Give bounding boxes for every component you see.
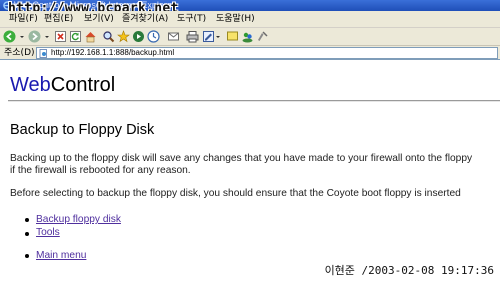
history-icon[interactable]: [147, 30, 160, 43]
horizontal-rule: [8, 100, 500, 102]
refresh-icon[interactable]: [69, 30, 82, 43]
menu-favorites[interactable]: 즐겨찾기(A): [122, 14, 168, 25]
page-content: WebControl Backup to Floppy Disk Backing…: [0, 61, 500, 283]
back-icon[interactable]: [3, 30, 16, 43]
address-url: http://192.168.1.1:888/backup.html: [51, 48, 175, 57]
discuss-icon[interactable]: [226, 30, 239, 43]
menu-bar: 파일(F) 편집(E) 보기(V) 즐겨찾기(A) 도구(T) 도움말(H): [0, 11, 500, 28]
forward-dropdown-icon[interactable]: [44, 30, 50, 43]
menu-help[interactable]: 도움말(H): [216, 14, 255, 25]
standard-toolbar: [0, 28, 500, 46]
edit-dropdown-icon[interactable]: [215, 30, 221, 43]
list-bullet: [25, 218, 29, 222]
menu-tools[interactable]: 도구(T): [177, 14, 206, 25]
address-label: 주소(D): [4, 48, 35, 58]
forward-icon[interactable]: [28, 30, 41, 43]
logo-web-text: Web: [10, 74, 51, 96]
main-menu-link[interactable]: Main menu: [36, 250, 86, 262]
list-bullet: [25, 254, 29, 258]
page-heading: Backup to Floppy Disk: [10, 122, 155, 138]
messenger-icon[interactable]: [241, 30, 254, 43]
mail-icon[interactable]: [167, 30, 180, 43]
backup-description-line2: if the firewall is rebooted for any reas…: [10, 165, 191, 176]
menu-edit[interactable]: 편집(E): [44, 14, 73, 25]
list-bullet: [25, 232, 29, 236]
stop-icon[interactable]: [54, 30, 67, 43]
favorites-icon[interactable]: [117, 30, 130, 43]
back-dropdown-icon[interactable]: [19, 30, 25, 43]
home-icon[interactable]: [84, 30, 97, 43]
backup-description-line1: Backing up to the floppy disk will save …: [10, 153, 473, 164]
tools-link[interactable]: Tools: [36, 227, 60, 239]
boot-floppy-note: Before selecting to backup the floppy di…: [10, 188, 461, 199]
address-bar: 주소(D) http://192.168.1.1:888/backup.html: [0, 46, 500, 60]
print-icon[interactable]: [186, 30, 199, 43]
edit-icon[interactable]: [202, 30, 215, 43]
menu-file[interactable]: 파일(F): [9, 14, 38, 25]
page-icon: [39, 49, 47, 58]
logo-control-text: Control: [50, 74, 116, 96]
address-input[interactable]: http://192.168.1.1:888/backup.html: [36, 47, 498, 59]
webcontrol-logo: WebControl: [10, 73, 115, 97]
backup-floppy-disk-link[interactable]: Backup floppy disk: [36, 214, 121, 226]
media-icon[interactable]: [132, 30, 145, 43]
menu-view[interactable]: 보기(V): [84, 14, 114, 25]
search-icon[interactable]: [102, 30, 115, 43]
research-icon[interactable]: [256, 30, 269, 43]
capture-timestamp: 이현준 /2003-02-08 19:17:36: [324, 264, 494, 277]
